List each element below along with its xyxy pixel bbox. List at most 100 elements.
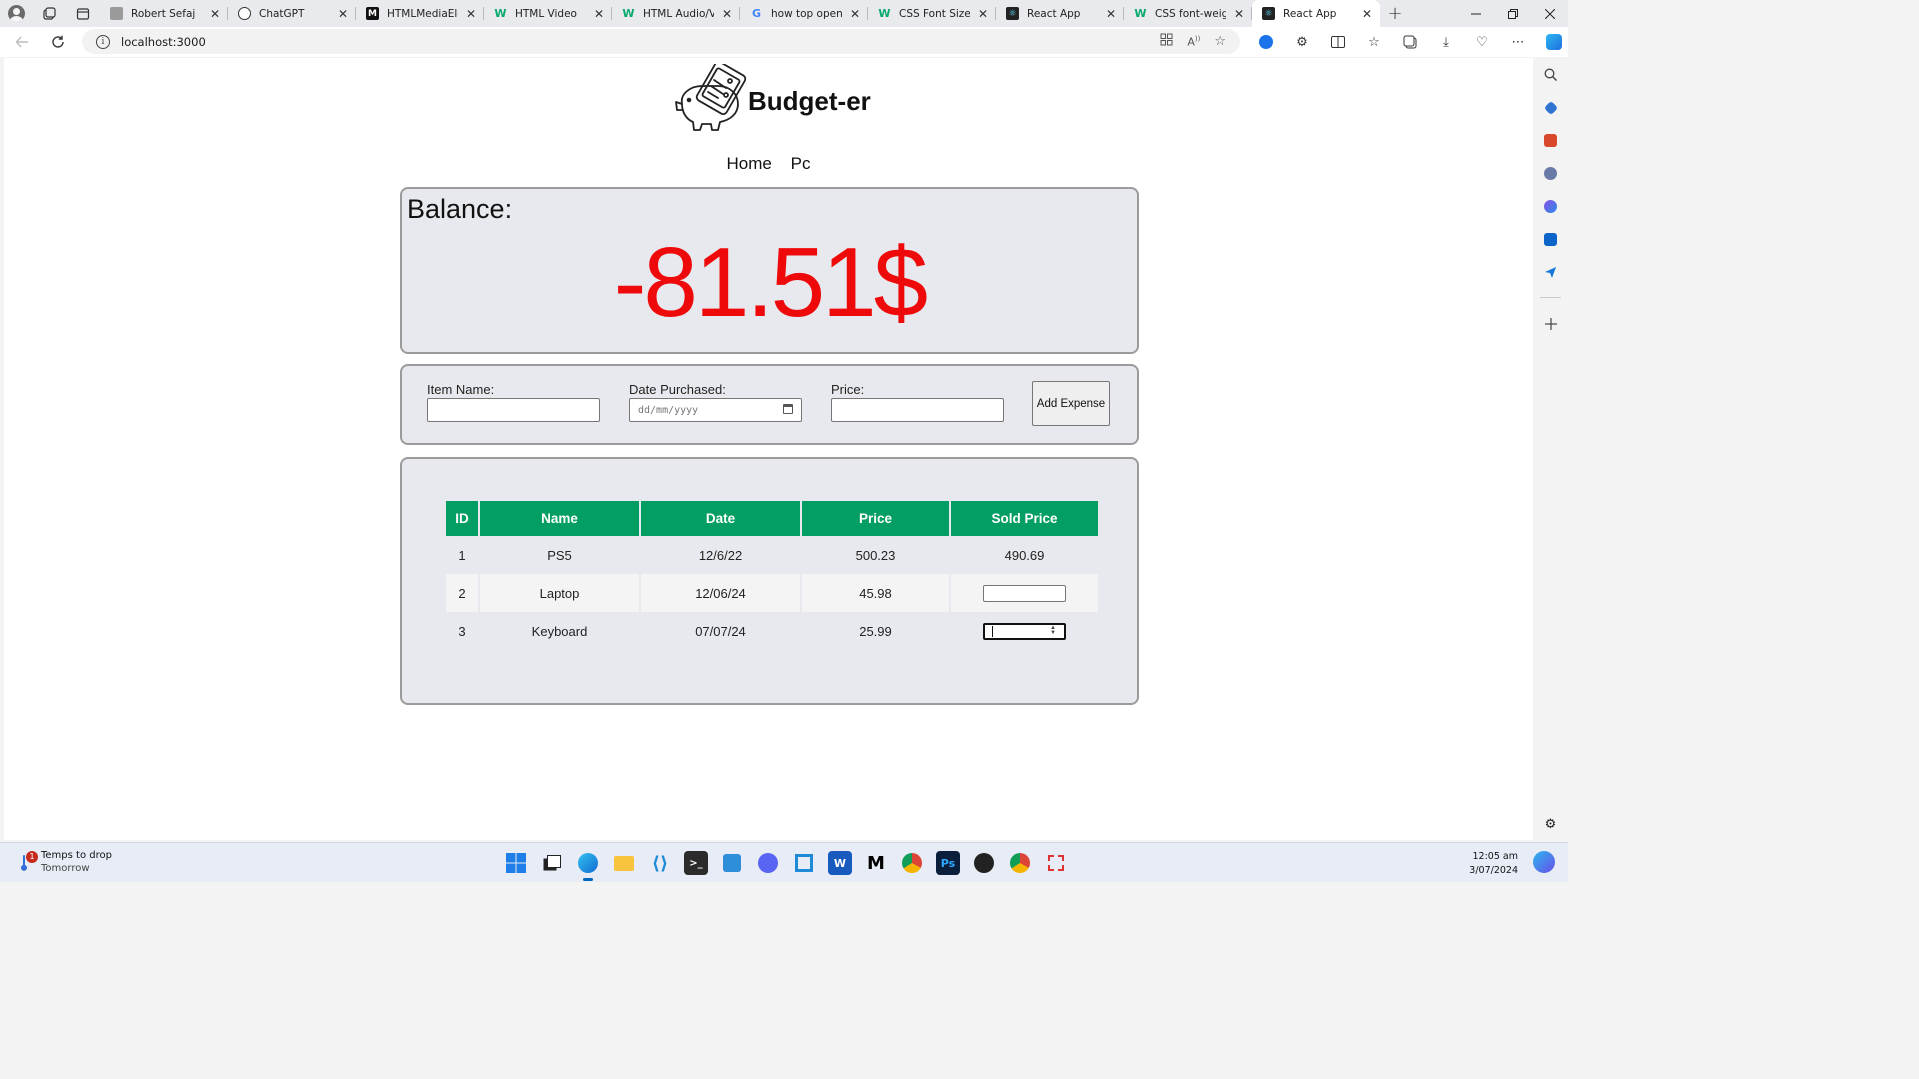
add-expense-button[interactable]: Add Expense <box>1032 381 1110 426</box>
weather-widget[interactable]: 1 Temps to drop Tomorrow <box>18 849 112 875</box>
games-icon[interactable] <box>1543 166 1558 181</box>
weather-headline: Temps to drop <box>41 850 112 861</box>
word-icon[interactable]: W <box>828 851 852 875</box>
site-info-icon[interactable]: i <box>96 34 110 49</box>
close-tab-icon[interactable]: ✕ <box>594 7 604 21</box>
medium-icon[interactable]: M <box>864 851 888 875</box>
media-player-icon[interactable] <box>972 851 996 875</box>
date-purchased-input[interactable] <box>629 398 802 422</box>
cell-sold-price <box>951 574 1098 612</box>
item-name-label: Item Name: <box>427 382 495 397</box>
sold-price-input[interactable] <box>983 584 1066 602</box>
close-tab-icon[interactable]: ✕ <box>850 7 860 21</box>
balance-label: Balance: <box>407 194 513 224</box>
favorites-icon[interactable]: ☆ <box>1356 27 1392 57</box>
browser-tab[interactable]: W HTML Audio/Vid ✕ <box>612 0 740 27</box>
close-tab-icon[interactable]: ✕ <box>466 7 476 21</box>
collections-icon[interactable] <box>1392 27 1428 57</box>
send-icon[interactable] <box>1543 265 1558 280</box>
calendar-icon[interactable] <box>783 404 793 414</box>
new-tab-button[interactable]: + <box>1380 0 1410 27</box>
extensions-icon[interactable]: ⚙ <box>1284 27 1320 57</box>
tools-icon[interactable] <box>1543 133 1558 148</box>
browser-tab[interactable]: W CSS font-weight ✕ <box>1124 0 1252 27</box>
cell-sold-price: 490.69 <box>1004 547 1045 563</box>
chrome-profile-icon[interactable] <box>1008 851 1032 875</box>
restore-icon[interactable] <box>1494 0 1531 27</box>
snipping-tool-icon[interactable] <box>1044 851 1068 875</box>
minimize-icon[interactable] <box>1457 0 1494 27</box>
cell-price: 25.99 <box>859 623 892 639</box>
app-icon[interactable] <box>792 851 816 875</box>
chrome-icon[interactable] <box>900 851 924 875</box>
close-tab-icon[interactable]: ✕ <box>338 7 348 21</box>
close-tab-icon[interactable]: ✕ <box>978 7 988 21</box>
microsoft-365-icon[interactable] <box>1543 199 1558 214</box>
cell-date: 07/07/24 <box>695 623 746 639</box>
close-tab-icon[interactable]: ✕ <box>722 7 732 21</box>
system-clock[interactable]: 12:05 am 3/07/2024 <box>1464 850 1518 878</box>
favorite-star-icon[interactable]: ☆ <box>1214 34 1226 49</box>
close-tab-icon[interactable]: ✕ <box>1234 7 1244 21</box>
tab-title: how top open q <box>771 7 842 20</box>
extension-shield-icon[interactable] <box>1248 27 1284 57</box>
task-view-icon[interactable] <box>540 851 564 875</box>
workspaces-icon[interactable] <box>32 0 66 27</box>
sidebar-settings-icon[interactable]: ⚙ <box>1543 817 1558 832</box>
browser-tab[interactable]: G how top open q ✕ <box>740 0 868 27</box>
store-icon[interactable] <box>720 851 744 875</box>
url-text[interactable]: localhost:3000 <box>121 35 206 49</box>
copilot-icon[interactable] <box>1536 27 1572 57</box>
discord-icon[interactable] <box>756 851 780 875</box>
nav-link-pc[interactable]: Pc <box>791 154 811 173</box>
browser-tab[interactable]: M HTMLMediaElem ✕ <box>356 0 484 27</box>
close-window-icon[interactable] <box>1531 0 1568 27</box>
browser-tab[interactable]: W CSS Font Size ✕ <box>868 0 996 27</box>
shopping-tag-icon[interactable] <box>1543 100 1558 115</box>
browser-tab[interactable]: ⚛ React App ✕ <box>996 0 1124 27</box>
browser-tab[interactable]: ChatGPT ✕ <box>228 0 356 27</box>
browser-tab[interactable]: W HTML Video ✕ <box>484 0 612 27</box>
split-screen-icon[interactable] <box>1320 27 1356 57</box>
back-icon[interactable] <box>4 27 40 57</box>
profile-tab-icon <box>110 7 123 20</box>
read-aloud-icon[interactable]: A)) <box>1187 35 1200 49</box>
price-input[interactable] <box>831 398 1004 422</box>
windows-start-icon[interactable] <box>504 851 528 875</box>
tab-title: HTML Audio/Vid <box>643 7 714 20</box>
spinner-arrows-icon[interactable]: ▲ ▼ <box>1050 625 1056 636</box>
edge-taskbar-icon[interactable] <box>576 851 600 881</box>
table-header-row: ID Name Date Price Sold Price <box>446 501 1098 536</box>
browser-essentials-icon[interactable]: ♡ <box>1464 27 1500 57</box>
profile-button[interactable] <box>0 0 32 27</box>
cell-id: 2 <box>446 574 478 612</box>
close-tab-icon[interactable]: ✕ <box>1362 7 1372 21</box>
clock-date: 3/07/2024 <box>1469 865 1518 876</box>
close-tab-icon[interactable]: ✕ <box>1106 7 1116 21</box>
tab-actions-icon[interactable] <box>66 0 100 27</box>
toolbar-extensions: ⚙ ☆ ⤓ ♡ ⋯ <box>1248 27 1572 57</box>
piggy-bank-logo-icon <box>675 64 747 131</box>
vscode-icon[interactable]: ⟨⟩ <box>648 851 672 875</box>
browser-tab[interactable]: Robert Sefaj ✕ <box>100 0 228 27</box>
copilot-taskbar-icon[interactable] <box>1533 851 1555 873</box>
item-name-input[interactable] <box>427 398 600 422</box>
terminal-icon[interactable]: >_ <box>684 851 708 875</box>
browser-tab-active[interactable]: ⚛ React App ✕ <box>1252 0 1380 27</box>
cell-name: Laptop <box>480 574 639 612</box>
main-nav: Home Pc <box>4 154 1533 174</box>
cell-sold-price: ▲ ▼ <box>951 612 1098 650</box>
nav-link-home[interactable]: Home <box>727 154 772 173</box>
photoshop-icon[interactable]: Ps <box>936 851 960 875</box>
close-tab-icon[interactable]: ✕ <box>210 7 220 21</box>
search-icon[interactable] <box>1543 67 1558 82</box>
file-explorer-icon[interactable] <box>612 851 636 875</box>
w3schools-icon: W <box>622 7 635 20</box>
address-bar[interactable]: i localhost:3000 A)) ☆ <box>82 29 1240 54</box>
refresh-icon[interactable] <box>40 27 76 57</box>
outlook-icon[interactable] <box>1543 232 1558 247</box>
app-available-icon[interactable] <box>1160 33 1173 50</box>
more-options-icon[interactable]: ⋯ <box>1500 27 1536 57</box>
downloads-icon[interactable]: ⤓ <box>1428 27 1464 57</box>
add-sidebar-app-icon[interactable] <box>1543 316 1558 331</box>
